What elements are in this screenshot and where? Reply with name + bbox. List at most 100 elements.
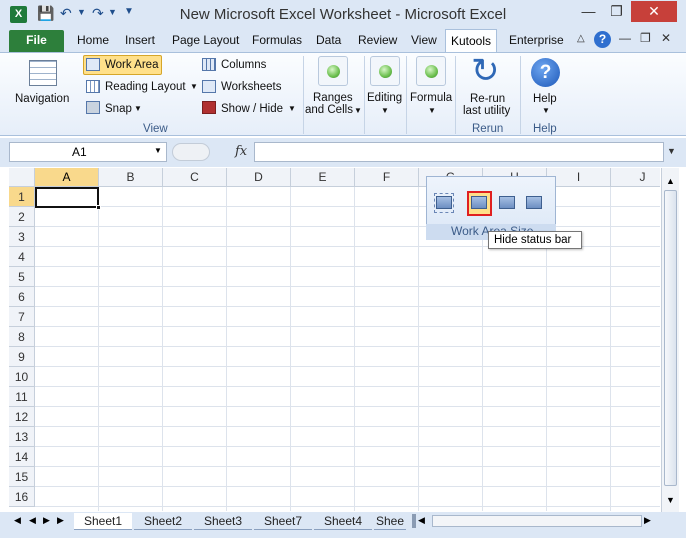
row-header-12[interactable]: 12 [9,407,35,427]
row-header-10[interactable]: 10 [9,367,35,387]
column-header-A[interactable]: A [35,168,99,187]
active-cell-A1[interactable] [35,187,99,208]
snap-button[interactable]: Snap [105,103,132,115]
rerun-label-2[interactable]: last utility [463,105,510,117]
restore-button[interactable]: ❐ [603,1,630,22]
formula-button[interactable]: Formula [410,92,452,104]
insert-function-icon[interactable]: fx [235,144,247,159]
column-header-F[interactable]: F [355,168,419,187]
column-header-B[interactable]: B [99,168,163,187]
reading-layout-dropdown-icon[interactable]: ▼ [190,82,198,91]
worksheet-grid[interactable]: ABCDEFGHIJ 12345678910111213141516 [9,168,660,511]
tab-split-handle[interactable] [412,514,416,528]
sheet-tab-sheet7[interactable]: Sheet7 [254,513,312,530]
ranges-cells-label-1[interactable]: Ranges [313,92,353,104]
columns-button[interactable]: Columns [221,59,266,71]
sheet-tab-shee[interactable]: Shee [374,513,406,530]
next-sheet-icon[interactable]: ▶ [43,515,50,526]
tab-page-layout[interactable]: Page Layout [172,33,239,47]
grid-line [35,426,660,427]
name-box-dropdown-icon[interactable]: ▼ [154,146,162,155]
grid-line [226,187,227,511]
vertical-scrollbar[interactable]: ▲ ▼ [661,168,679,512]
first-sheet-icon[interactable]: ◀ [14,515,21,526]
tab-formulas[interactable]: Formulas [252,33,302,47]
row-header-15[interactable]: 15 [9,467,35,487]
row-header-16[interactable]: 16 [9,487,35,507]
row-header-4[interactable]: 4 [9,247,35,267]
window-minimize-icon[interactable]: — [619,31,631,45]
scroll-thumb[interactable] [664,190,677,486]
window-restore-icon[interactable]: ❐ [640,31,651,45]
minimize-button[interactable]: — [575,1,602,22]
expand-formula-bar-icon[interactable]: ▼ [667,146,676,156]
work-area-button[interactable]: Work Area [105,59,158,71]
fill-handle[interactable] [96,205,101,210]
column-header-J[interactable]: J [611,168,660,187]
sheet-tab-sheet3[interactable]: Sheet3 [194,513,252,530]
name-box[interactable]: A1 ▼ [9,142,167,162]
tab-review[interactable]: Review [358,33,397,47]
popup-option-4-icon[interactable] [526,196,542,209]
row-header-8[interactable]: 8 [9,327,35,347]
popup-option-3-icon[interactable] [499,196,515,209]
scroll-up-icon[interactable]: ▲ [666,176,675,186]
help-icon[interactable]: ? [594,31,611,48]
snap-dropdown-icon[interactable]: ▼ [134,104,142,113]
row-header-14[interactable]: 14 [9,447,35,467]
row-header-7[interactable]: 7 [9,307,35,327]
prev-sheet-icon[interactable]: ◀ [29,515,36,526]
editing-button[interactable]: Editing [367,92,402,104]
horizontal-scroll-thumb[interactable] [432,515,642,527]
tab-file[interactable]: File [9,30,64,52]
collapse-ribbon-icon[interactable]: △ [577,33,585,44]
sheet-tab-sheet4[interactable]: Sheet4 [314,513,372,530]
navigation-button[interactable]: Navigation [15,93,69,105]
select-all-corner[interactable] [9,168,35,187]
show-hide-dropdown-icon[interactable]: ▼ [288,104,296,113]
sheet-tab-sheet1[interactable]: Sheet1 [74,513,132,530]
grid-line [35,346,660,347]
reading-layout-button[interactable]: Reading Layout [105,81,186,93]
tab-home[interactable]: Home [77,33,109,47]
formula-input[interactable] [254,142,664,162]
window-close-icon[interactable]: ✕ [661,31,671,45]
worksheets-button[interactable]: Worksheets [221,81,282,93]
column-header-D[interactable]: D [227,168,291,187]
grid-line [98,187,99,511]
row-header-13[interactable]: 13 [9,427,35,447]
editing-dropdown-icon[interactable]: ▼ [381,106,389,115]
ranges-cells-dropdown-icon[interactable]: ▼ [354,106,362,115]
row-header-2[interactable]: 2 [9,207,35,227]
help-button[interactable]: Help [533,93,557,105]
row-header-11[interactable]: 11 [9,387,35,407]
grid-line [35,366,660,367]
scroll-down-icon[interactable]: ▼ [666,495,675,505]
column-header-I[interactable]: I [547,168,611,187]
last-sheet-icon[interactable]: ▶ [57,515,64,526]
grid-line [35,266,660,267]
tab-kutools[interactable]: Kutools [445,29,497,53]
rerun-label-1[interactable]: Re-run [470,93,505,105]
ranges-and-cells-icon [318,56,348,86]
row-header-9[interactable]: 9 [9,347,35,367]
row-header-1[interactable]: 1 [9,187,35,207]
row-header-5[interactable]: 5 [9,267,35,287]
show-hide-button[interactable]: Show / Hide [221,103,283,115]
hscroll-right-icon[interactable]: ▶ [644,515,651,526]
close-button[interactable]: ✕ [631,1,677,22]
hscroll-left-icon[interactable]: ◀ [418,515,425,526]
tab-insert[interactable]: Insert [125,33,155,47]
row-header-6[interactable]: 6 [9,287,35,307]
ranges-cells-label-2[interactable]: and Cells [305,104,353,116]
column-header-E[interactable]: E [291,168,355,187]
column-header-C[interactable]: C [163,168,227,187]
help-dropdown-icon[interactable]: ▼ [542,106,550,115]
sheet-tab-sheet2[interactable]: Sheet2 [134,513,192,530]
tab-view[interactable]: View [411,33,437,47]
row-header-3[interactable]: 3 [9,227,35,247]
grid-line [35,486,660,487]
tab-data[interactable]: Data [316,33,341,47]
formula-dropdown-icon[interactable]: ▼ [428,106,436,115]
tab-enterprise[interactable]: Enterprise [509,33,564,47]
